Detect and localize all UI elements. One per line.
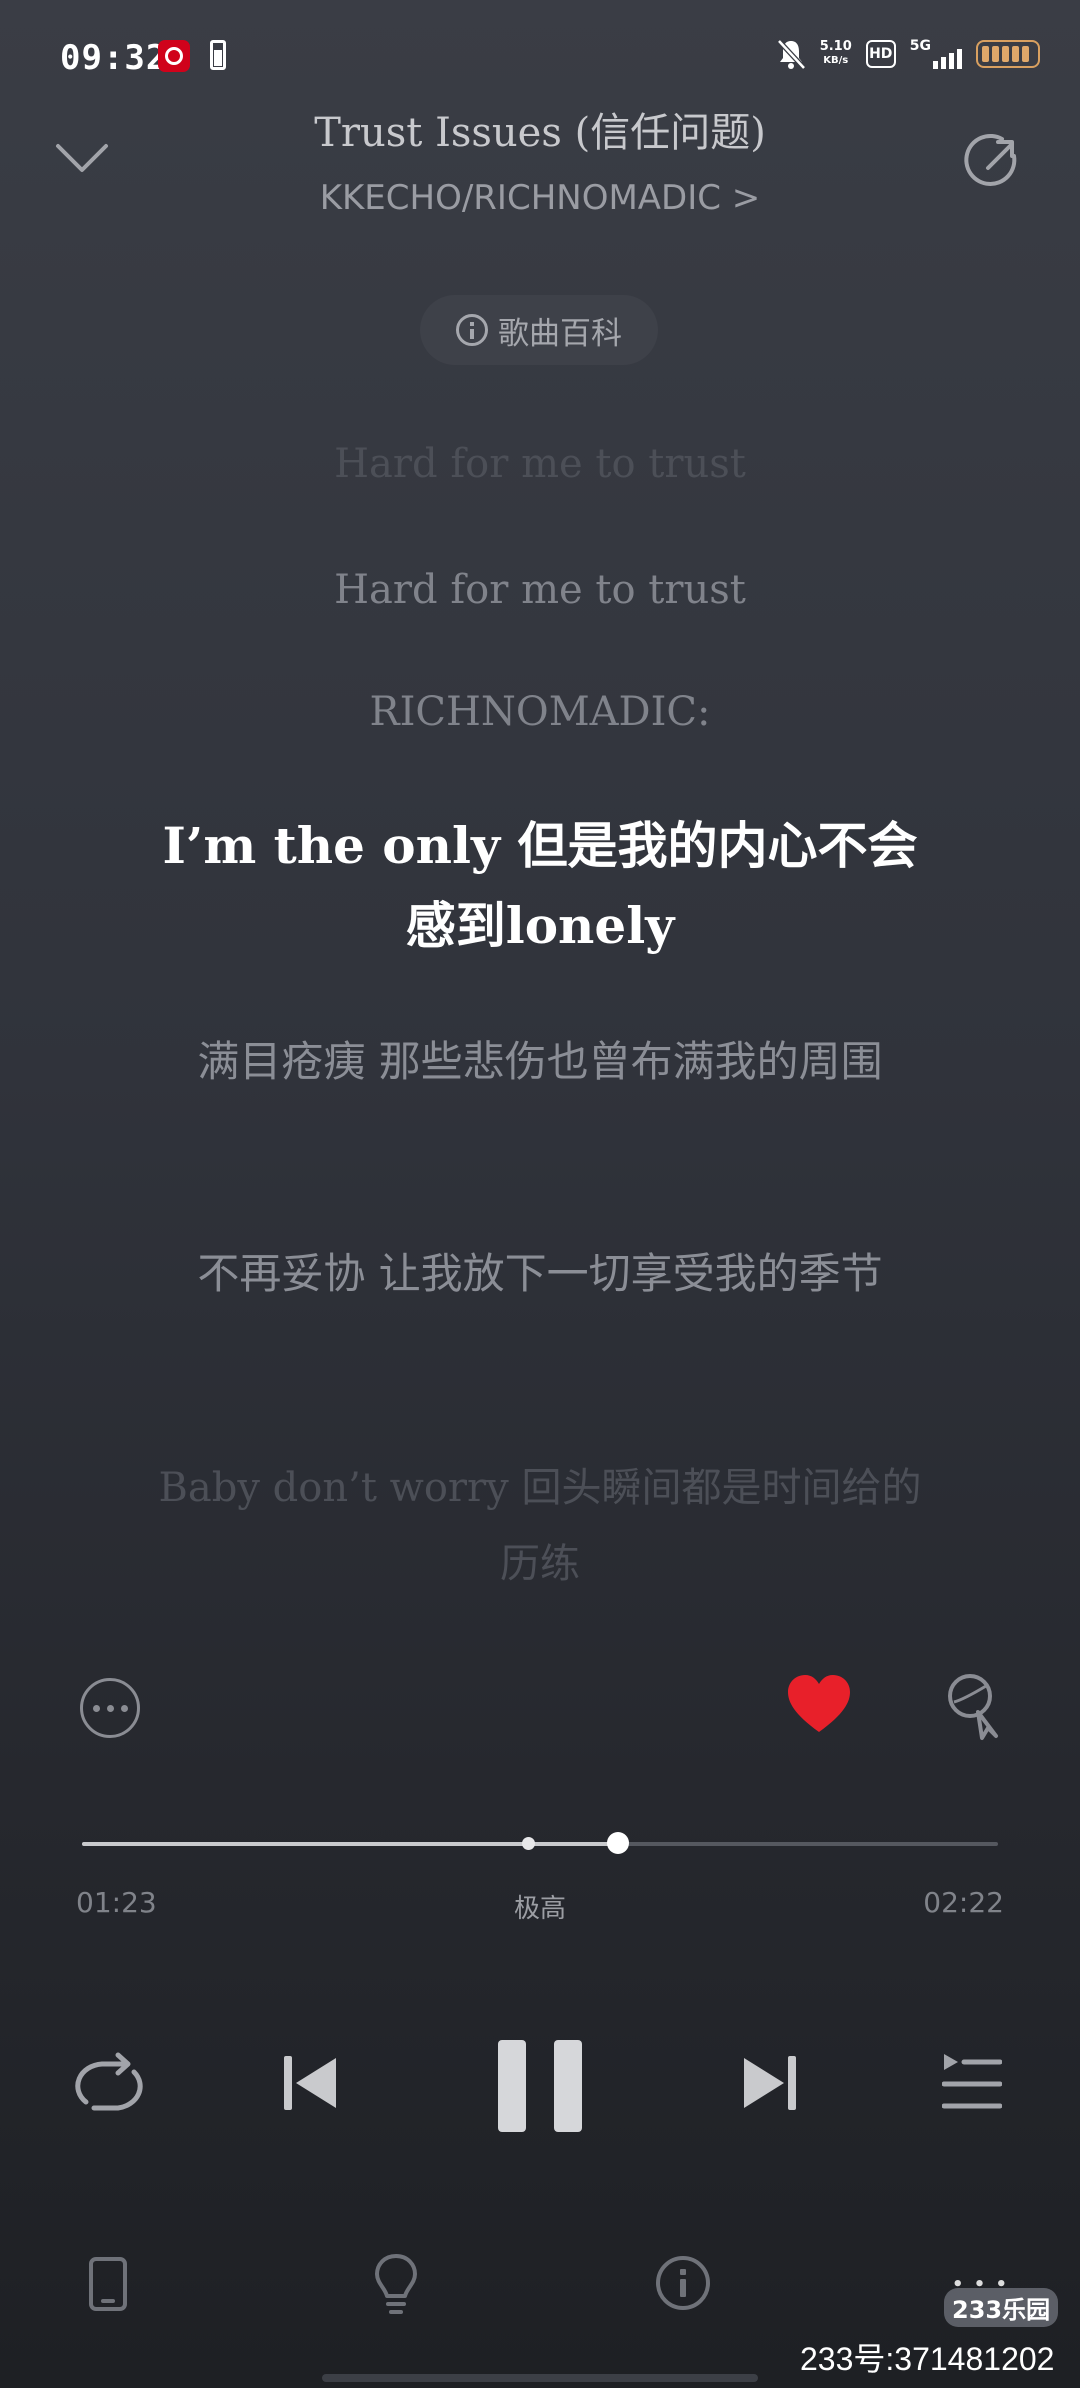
- lyric-line[interactable]: 不再妥协 让我放下一切享受我的季节: [140, 1236, 940, 1312]
- song-title: Trust Issues (信任问题): [314, 110, 766, 156]
- comment-icon[interactable]: [942, 1672, 1006, 1744]
- net-speed-unit: KB/s: [823, 55, 849, 66]
- watermark-logo: • • • 233乐园: [944, 2274, 1059, 2327]
- hd-badge: HD: [865, 40, 896, 68]
- watermark-id: 233号:371481202: [800, 2341, 1055, 2377]
- cellular-signal: 5G: [910, 39, 962, 69]
- dot-icon: [106, 1704, 114, 1712]
- song-wiki-label: 歌曲百科: [498, 315, 622, 352]
- lyric-line[interactable]: Baby don’t worry 回头瞬间都是时间给的历练: [140, 1450, 940, 1602]
- netease-music-app-icon: [158, 40, 190, 72]
- network-type: 5G: [909, 38, 931, 54]
- info-icon: [456, 314, 488, 346]
- buffer-marker: [522, 1837, 536, 1850]
- progress-fill: [82, 1842, 618, 1846]
- progress-knob[interactable]: [606, 1832, 629, 1854]
- like-heart-icon[interactable]: [784, 1670, 854, 1740]
- lyric-line[interactable]: Hard for me to trust: [140, 552, 940, 628]
- repeat-icon[interactable]: [72, 2050, 148, 2120]
- lightbulb-icon[interactable]: [372, 2252, 420, 2316]
- info-bar-icon: [680, 2279, 686, 2297]
- pause-button[interactable]: [498, 2040, 582, 2132]
- share-icon[interactable]: [962, 130, 1026, 194]
- pause-bar-icon: [554, 2040, 582, 2132]
- lyric-line[interactable]: 满目疮痍 那些悲伤也曾布满我的周围: [140, 1024, 940, 1100]
- signal-bars-icon: [933, 39, 962, 69]
- mute-bell-icon: [776, 39, 806, 70]
- status-time: 09:32: [60, 38, 168, 78]
- next-track-icon[interactable]: [742, 2052, 798, 2114]
- dot-icon: [92, 1704, 100, 1712]
- watermark-logo-text: 233乐园: [952, 2296, 1051, 2324]
- lyric-line[interactable]: RICHNOMADIC:: [140, 674, 940, 750]
- lyric-line[interactable]: Hard for me to trust: [140, 426, 940, 502]
- song-info-button[interactable]: [656, 2256, 710, 2310]
- playlist-queue-icon[interactable]: [942, 2052, 1002, 2114]
- net-speed-value: 5.10: [819, 39, 852, 54]
- previous-track-icon[interactable]: [282, 2052, 338, 2114]
- device-phone-icon[interactable]: [88, 2256, 128, 2312]
- home-indicator[interactable]: [322, 2374, 758, 2382]
- battery-icon: [976, 40, 1040, 68]
- dot-icon: [120, 1704, 128, 1712]
- artist-link[interactable]: KKECHO/RICHNOMADIC >: [0, 178, 1080, 218]
- pause-bar-icon: [498, 2040, 526, 2132]
- total-time: 02:22: [923, 1886, 1004, 1919]
- info-dot-icon: [680, 2269, 686, 2275]
- battery-saver-icon: [210, 40, 226, 70]
- network-speed: 5.10 KB/s: [820, 40, 852, 68]
- song-wiki-button[interactable]: 歌曲百科: [420, 295, 658, 365]
- audio-quality-label[interactable]: 极高: [0, 1888, 1080, 1925]
- more-options-button[interactable]: [80, 1678, 140, 1738]
- status-right-cluster: 5.10 KB/s HD 5G: [776, 38, 1040, 70]
- lyric-line-active[interactable]: I’m the only 但是我的内心不会感到lonely: [140, 806, 940, 966]
